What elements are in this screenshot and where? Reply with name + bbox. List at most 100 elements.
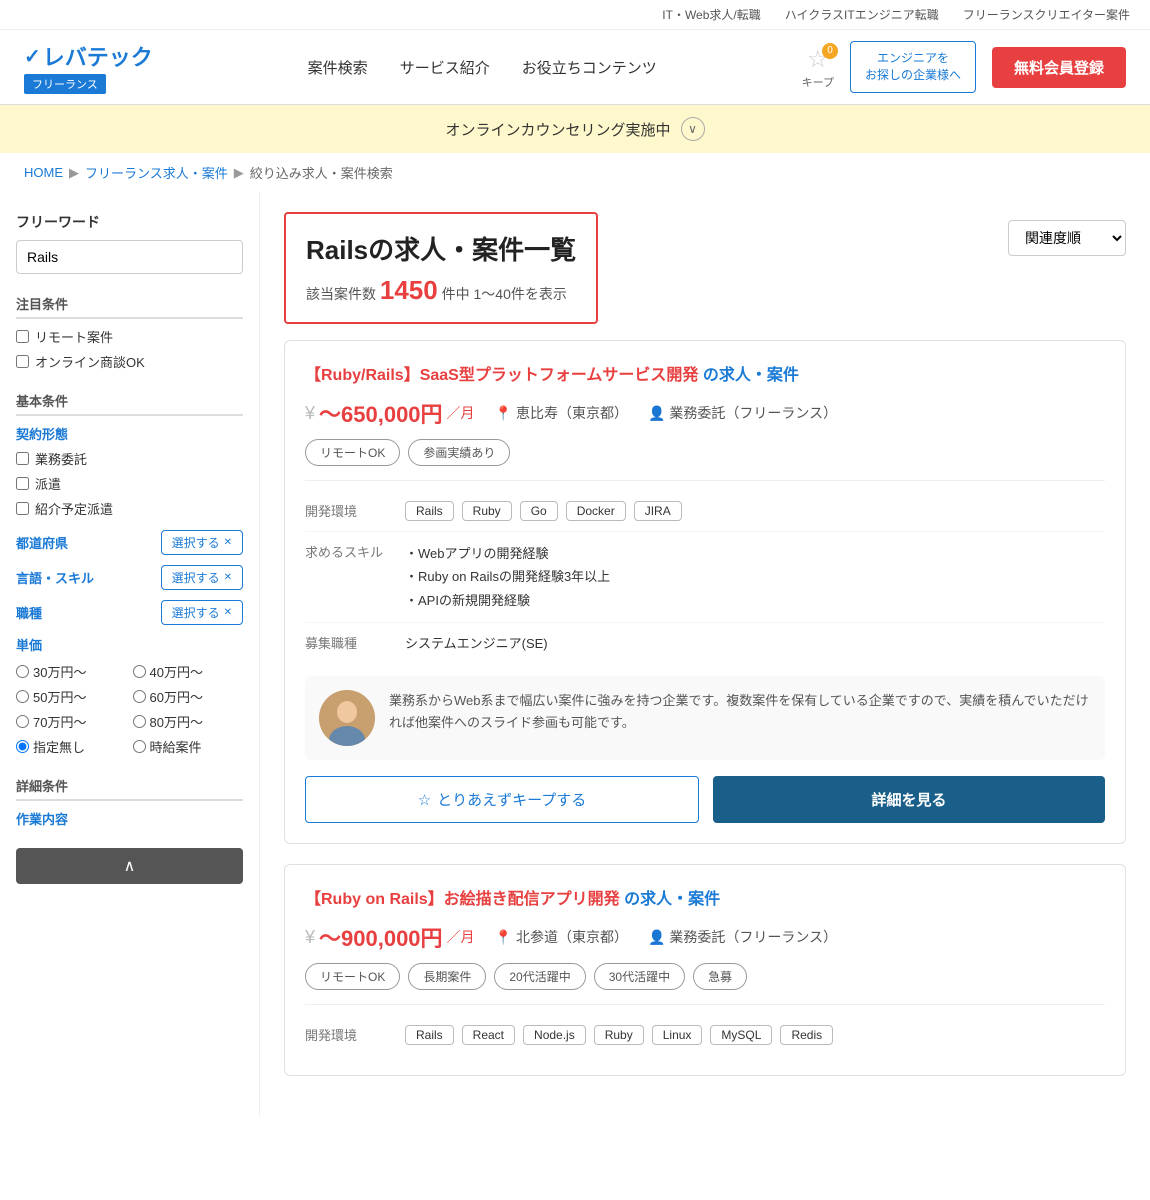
salary-rb-7[interactable]: [133, 740, 146, 753]
pref-select-button[interactable]: 選択する ✕: [161, 530, 243, 555]
sidebar-freeword-label: フリーワード: [16, 212, 243, 232]
contract-cb-2[interactable]: [16, 502, 29, 515]
keep-button[interactable]: ☆ 0 キープ: [802, 45, 834, 90]
recruit-row-0: 募集職種 システムエンジニア(SE): [305, 623, 1105, 662]
salary-rb-2[interactable]: [16, 690, 29, 703]
remote-checkbox[interactable]: [16, 330, 29, 343]
online-checkbox-row[interactable]: オンライン商談OK: [16, 352, 243, 371]
job-title-highlight-1: 【Ruby on Rails】お絵描き配信アプリ開発: [305, 891, 620, 908]
type-text-1: 業務委託（フリーランス）: [669, 927, 837, 947]
nav-content[interactable]: お役立ちコンテンツ: [522, 57, 657, 78]
contract-label: 契約形態: [16, 424, 243, 443]
contract-checkbox-0[interactable]: 業務委託: [16, 449, 243, 468]
job-card-1: 【Ruby on Rails】お絵描き配信アプリ開発 の求人・案件 ¥ 〜900…: [284, 864, 1126, 1076]
salary-value-1: 〜900,000円: [319, 921, 443, 953]
tag-0-0: リモートOK: [305, 439, 400, 466]
salary-rb-4[interactable]: [16, 715, 29, 728]
tag-1-1: 長期案件: [408, 963, 486, 990]
top-link-highclass[interactable]: ハイクラスITエンジニア転職: [785, 6, 939, 23]
result-title: Railsの求人・案件一覧: [306, 230, 576, 267]
search-input[interactable]: [16, 240, 243, 274]
logo-sub: フリーランス: [24, 74, 106, 94]
logo: ✓ レバテック フリーランス: [24, 40, 153, 94]
type-text-0: 業務委託（フリーランス）: [669, 403, 837, 423]
env-tag-1-0: Rails: [405, 1025, 454, 1045]
top-link-creator[interactable]: フリーランスクリエイター案件: [963, 6, 1130, 23]
online-checkbox[interactable]: [16, 355, 29, 368]
contract-cb-1[interactable]: [16, 477, 29, 490]
announce-bar: オンラインカウンセリング実施中 ∨: [0, 105, 1150, 153]
salary-rb-3[interactable]: [133, 690, 146, 703]
basic-section: 基本条件 契約形態 業務委託 派遣 紹介予定派遣 都道府県: [16, 387, 243, 756]
job-type-1: 👤 業務委託（フリーランス）: [648, 927, 837, 947]
result-count-line: 該当案件数 1450 件中 1〜40件を表示: [306, 275, 576, 306]
breadcrumb-freelance[interactable]: フリーランス求人・案件: [85, 163, 228, 182]
job-title-highlight-0: 【Ruby/Rails】SaaS型プラットフォームサービス開発: [305, 367, 698, 384]
salary-radio-3[interactable]: 60万円〜: [133, 687, 244, 706]
env-row-0: 開発環境 Rails Ruby Go Docker JIRA: [305, 491, 1105, 532]
env-tag-0-4: JIRA: [634, 501, 682, 521]
breadcrumb-sep2: ▶: [234, 165, 244, 181]
salary-value-0: 〜650,000円: [319, 397, 443, 429]
engineer-button[interactable]: エンジニアをお探しの企業様へ: [850, 41, 976, 93]
contract-checkbox-2[interactable]: 紹介予定派遣: [16, 499, 243, 518]
salary-rb-5[interactable]: [133, 715, 146, 728]
salary-radio-5[interactable]: 80万円〜: [133, 712, 244, 731]
salary-radio-1[interactable]: 40万円〜: [133, 662, 244, 681]
location-icon-0: 📍: [495, 405, 512, 422]
close-icon: ✕: [224, 537, 232, 548]
nav-service[interactable]: サービス紹介: [400, 57, 490, 78]
salary-radio-6[interactable]: 指定無し: [16, 737, 127, 756]
contract-checkbox-1[interactable]: 派遣: [16, 474, 243, 493]
env-tag-0-1: Ruby: [462, 501, 512, 521]
salary-radio-4[interactable]: 70万円〜: [16, 712, 127, 731]
logo-check-icon: ✓: [24, 44, 41, 69]
env-tags-1: Rails React Node.js Ruby Linux MySQL Red…: [405, 1025, 833, 1045]
salary-radio-0[interactable]: 30万円〜: [16, 662, 127, 681]
recruit-value-0: システムエンジニア(SE): [405, 633, 548, 652]
sort-select[interactable]: 関連度順 新着順 単価順: [1008, 220, 1126, 256]
logo-name: レバテック: [43, 40, 153, 72]
salary-radio-7[interactable]: 時給案件: [133, 737, 244, 756]
register-button[interactable]: 無料会員登録: [992, 47, 1126, 88]
content-area: Railsの求人・案件一覧 該当案件数 1450 件中 1〜40件を表示 関連度…: [260, 192, 1150, 1116]
salary-rb-0[interactable]: [16, 665, 29, 678]
salary-rb-1[interactable]: [133, 665, 146, 678]
skill-item-1: ・Ruby on Railsの開発経験3年以上: [405, 565, 610, 588]
job-salary-1: ¥ 〜900,000円 ／月: [305, 921, 475, 953]
contract-cb-0[interactable]: [16, 452, 29, 465]
env-label-0: 開発環境: [305, 501, 405, 520]
detail-section: 詳細条件 作業内容: [16, 772, 243, 828]
jobtype-select-button[interactable]: 選択する ✕: [161, 600, 243, 625]
job-location-1: 📍 北参道（東京都）: [495, 927, 628, 947]
skill-select-button[interactable]: 選択する ✕: [161, 565, 243, 590]
top-link-it[interactable]: IT・Web求人/転職: [662, 6, 760, 23]
sidebar: フリーワード 注目条件 リモート案件 オンライン商談OK 基本条件 契約形態 業…: [0, 192, 260, 1116]
job-title-1: 【Ruby on Rails】お絵描き配信アプリ開発 の求人・案件: [305, 885, 1105, 909]
salary-radio-2[interactable]: 50万円〜: [16, 687, 127, 706]
remote-checkbox-row[interactable]: リモート案件: [16, 327, 243, 346]
skill-item-2: ・APIの新規開発経験: [405, 589, 610, 612]
star-keep-icon: ☆: [418, 791, 431, 809]
scroll-up-button[interactable]: ∧: [16, 848, 243, 884]
work-content-row: 作業内容: [16, 809, 243, 828]
person-icon-0: 👤: [648, 405, 665, 422]
tag-0-1: 参画実績あり: [408, 439, 510, 466]
chevron-down-icon[interactable]: ∨: [681, 117, 705, 141]
keep-btn-label: とりあえずキープする: [437, 789, 586, 810]
contract-section: 契約形態 業務委託 派遣 紹介予定派遣: [16, 424, 243, 518]
salary-rb-6[interactable]: [16, 740, 29, 753]
detail-button-0[interactable]: 詳細を見る: [713, 776, 1105, 823]
result-count: 1450: [380, 275, 438, 305]
result-box: Railsの求人・案件一覧 該当案件数 1450 件中 1〜40件を表示: [284, 212, 598, 324]
skills-label-0: 求めるスキル: [305, 542, 405, 561]
env-tag-1-4: Linux: [652, 1025, 703, 1045]
detail-label: 詳細条件: [16, 772, 243, 801]
breadcrumb-home[interactable]: HOME: [24, 165, 63, 180]
online-label: オンライン商談OK: [35, 352, 145, 371]
salary-unit-0: ／月: [447, 403, 475, 423]
keep-action-button-0[interactable]: ☆ とりあえずキープする: [305, 776, 699, 823]
nav-search[interactable]: 案件検索: [308, 57, 368, 78]
pref-label: 都道府県: [16, 533, 68, 552]
job-tags-0: リモートOK 参画実績あり: [305, 439, 1105, 466]
